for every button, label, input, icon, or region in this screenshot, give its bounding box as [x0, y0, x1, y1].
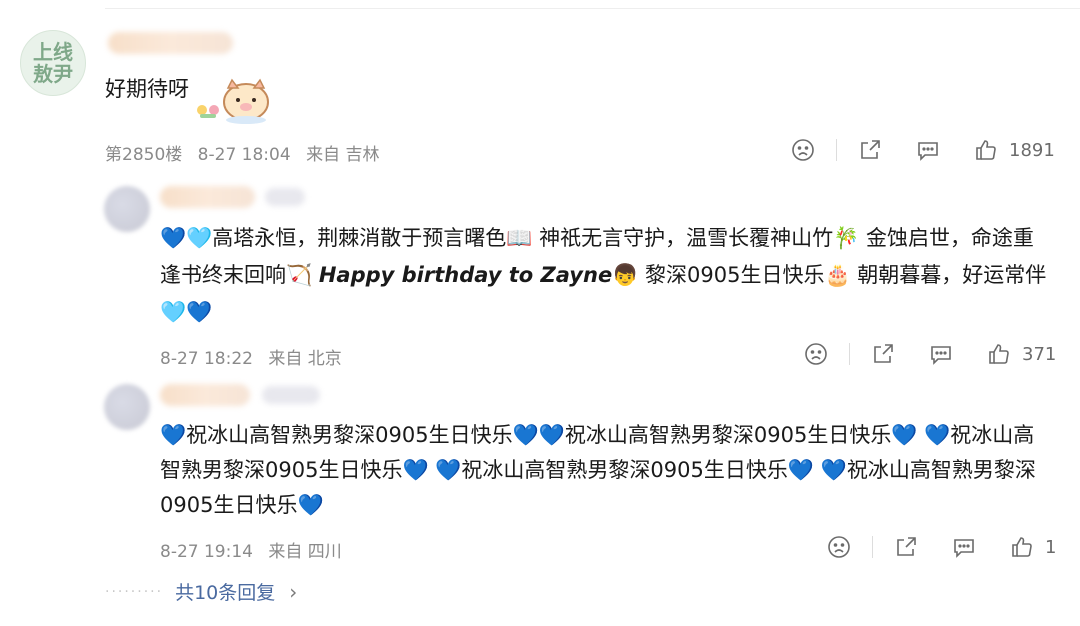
reply-tag-blurred — [265, 188, 305, 206]
reply-avatar[interactable] — [104, 384, 150, 430]
reply-meta: 8-27 18:22 来自 北京 — [160, 344, 352, 369]
share-icon[interactable] — [870, 341, 896, 367]
reply-avatar[interactable] — [104, 186, 150, 232]
sad-face-icon[interactable] — [826, 534, 852, 560]
reply-actions: 1 — [826, 534, 1056, 560]
reply-text: 💙祝冰山高智熟男黎深0905生日快乐💙💙祝冰山高智熟男黎深0905生日快乐💙 💙… — [160, 423, 1036, 517]
like-icon[interactable] — [1009, 534, 1035, 560]
like-icon[interactable] — [973, 137, 999, 163]
comment-icon[interactable] — [928, 341, 954, 367]
reply-tag-blurred — [262, 386, 320, 404]
comment-icon[interactable] — [915, 137, 941, 163]
comment-time: 8-27 18:04 — [197, 145, 291, 165]
reply-text: 💙🩵高塔永恒，荆棘消散于预言曙色📖 神祇无言守护，温雪长覆神山竹🎋 金蚀启世，命… — [160, 220, 1050, 331]
like-count: 371 — [1022, 343, 1057, 365]
avatar[interactable]: 上线敖尹 — [20, 30, 86, 96]
floor-number: 第2850楼 — [105, 145, 183, 165]
sad-face-icon[interactable] — [790, 137, 816, 163]
reply-username-blurred[interactable] — [160, 186, 255, 208]
like-count: 1891 — [1009, 139, 1055, 161]
action-divider — [849, 343, 870, 365]
share-icon[interactable] — [857, 137, 883, 163]
comment-actions: 1891 — [790, 137, 1055, 163]
like-icon[interactable] — [986, 341, 1012, 367]
reply-location: 来自 北京 — [268, 349, 342, 369]
reply-text-en: Happy birthday to Zayne — [318, 263, 613, 287]
reply-location: 来自 四川 — [268, 542, 342, 562]
more-replies-row[interactable]: ········· 共10条回复 › — [105, 578, 297, 605]
more-replies-link[interactable]: 共10条回复 — [175, 578, 275, 605]
comment-text: 好期待呀 — [105, 77, 189, 101]
reply-username-blurred[interactable] — [160, 384, 250, 406]
reply-time: 8-27 18:22 — [160, 349, 253, 369]
reply-meta: 8-27 19:14 来自 四川 — [160, 537, 352, 562]
action-divider — [836, 139, 857, 161]
chevron-right-icon: › — [289, 579, 298, 604]
dots-divider: ········· — [105, 583, 164, 600]
share-icon[interactable] — [893, 534, 919, 560]
action-divider — [872, 536, 893, 558]
comment-location: 来自 吉林 — [306, 145, 380, 165]
reply-time: 8-27 19:14 — [160, 542, 253, 562]
reply-actions: 371 — [803, 341, 1056, 367]
avatar-text: 上线敖尹 — [33, 40, 73, 86]
comment-meta: 第2850楼 8-27 18:04 来自 吉林 — [105, 140, 389, 165]
comment-icon[interactable] — [951, 534, 977, 560]
sad-face-icon[interactable] — [803, 341, 829, 367]
username-blurred[interactable] — [108, 32, 233, 54]
like-count: 1 — [1045, 536, 1057, 558]
top-divider — [105, 8, 1080, 9]
pig-sticker-icon — [197, 78, 269, 124]
